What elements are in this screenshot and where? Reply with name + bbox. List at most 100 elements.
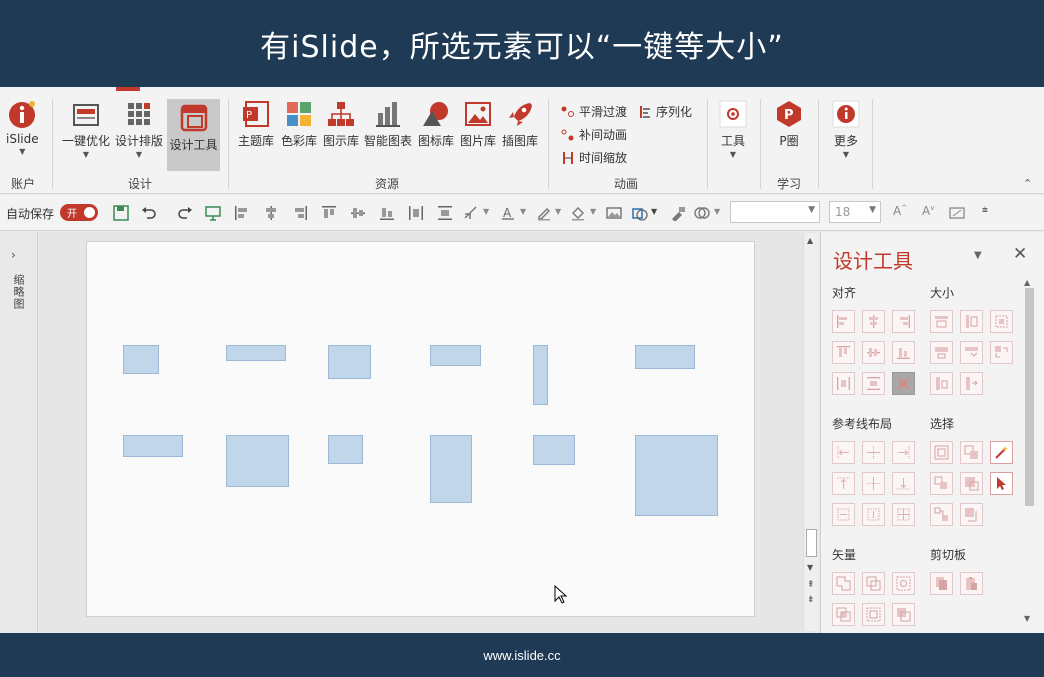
- next-slide-icon[interactable]: ⇟: [807, 595, 815, 605]
- autosave-toggle[interactable]: 开: [60, 204, 98, 221]
- islide-account-button[interactable]: iSlide ▼: [6, 99, 39, 156]
- icon-library-button[interactable]: 图标库: [418, 99, 454, 149]
- scroll-thumb[interactable]: [806, 529, 817, 557]
- tools-button[interactable]: 工具 ▼: [718, 99, 748, 159]
- font-color-icon[interactable]: A: [500, 205, 516, 221]
- rectangle-shape[interactable]: [430, 345, 481, 366]
- tween-animation-button[interactable]: 补间动画: [561, 126, 627, 143]
- rectangle-shape[interactable]: [430, 435, 472, 503]
- guide-center-v-button[interactable]: [862, 472, 885, 495]
- rectangle-shape[interactable]: [635, 435, 718, 516]
- slide-canvas[interactable]: [86, 241, 755, 617]
- undo-icon[interactable]: [141, 205, 157, 221]
- select-overlap-button[interactable]: [930, 472, 953, 495]
- select-similar-button[interactable]: [960, 441, 983, 464]
- present-icon[interactable]: [205, 205, 221, 221]
- slide-scrollbar[interactable]: ▲ ▼ ⇞ ⇟: [803, 233, 818, 631]
- align-left-icon[interactable]: [234, 205, 250, 221]
- match-height-right-button[interactable]: [960, 372, 983, 395]
- panel-scroll-thumb[interactable]: [1025, 288, 1034, 506]
- smart-chart-button[interactable]: 智能图表: [364, 99, 412, 149]
- more-button[interactable]: 更多 ▼: [831, 99, 861, 159]
- illustration-library-button[interactable]: 插图库: [502, 99, 538, 149]
- align-bottom-icon[interactable]: [379, 205, 395, 221]
- decrease-font-icon[interactable]: Av: [922, 204, 934, 218]
- design-layout-button[interactable]: 设计排版 ▼: [115, 99, 163, 159]
- smooth-transition-button[interactable]: 平滑过渡: [561, 103, 627, 120]
- chevron-down-icon[interactable]: ▼: [714, 207, 720, 216]
- select-pointer-button[interactable]: [990, 472, 1013, 495]
- select-same-button[interactable]: [930, 441, 953, 464]
- align-right-button[interactable]: [892, 310, 915, 333]
- save-icon[interactable]: [113, 205, 129, 221]
- distribute-vertical-button[interactable]: [862, 372, 885, 395]
- distribute-vertical-icon[interactable]: [437, 205, 453, 221]
- guide-left-button[interactable]: [832, 441, 855, 464]
- rectangle-shape[interactable]: [123, 435, 183, 457]
- match-width-top-button[interactable]: [930, 341, 953, 364]
- guide-right-button[interactable]: [892, 441, 915, 464]
- chevron-down-icon[interactable]: ▼: [590, 207, 596, 216]
- guide-center-h-button[interactable]: [862, 441, 885, 464]
- rectangle-shape[interactable]: [226, 435, 289, 487]
- vector-combine-button[interactable]: [862, 572, 885, 595]
- theme-library-button[interactable]: P 主题库: [238, 99, 274, 149]
- rectangle-shape[interactable]: [226, 345, 286, 361]
- guide-margin-h-button[interactable]: [832, 503, 855, 526]
- rectangle-shape[interactable]: [635, 345, 695, 369]
- panel-scrollbar[interactable]: ▲ ▼: [1023, 278, 1035, 626]
- align-middle-icon[interactable]: [350, 205, 366, 221]
- highlight-icon[interactable]: [536, 205, 552, 221]
- font-family-select[interactable]: ▼: [730, 201, 820, 223]
- vector-exclude-button[interactable]: [892, 603, 915, 626]
- rectangle-shape[interactable]: [123, 345, 159, 374]
- picture-library-button[interactable]: 图片库: [460, 99, 496, 149]
- vector-fragment-button[interactable]: [892, 572, 915, 595]
- design-tools-button[interactable]: 设计工具: [167, 99, 220, 171]
- paste-button[interactable]: [960, 572, 983, 595]
- sequence-button[interactable]: 序列化: [638, 103, 692, 120]
- chevron-down-icon[interactable]: ▼: [520, 207, 526, 216]
- align-bottom-button[interactable]: [892, 341, 915, 364]
- select-group-button[interactable]: [930, 503, 953, 526]
- chevron-down-icon[interactable]: ▼: [555, 207, 561, 216]
- scroll-up-icon[interactable]: ▲: [1024, 278, 1030, 287]
- chevron-down-icon[interactable]: ▼: [651, 207, 657, 216]
- fill-color-icon[interactable]: [570, 205, 586, 221]
- guide-top-button[interactable]: [832, 472, 855, 495]
- match-width-bottom-button[interactable]: [960, 341, 983, 364]
- rotate-icon[interactable]: [463, 205, 479, 221]
- rectangle-shape[interactable]: [533, 435, 575, 465]
- swap-size-button[interactable]: [990, 341, 1013, 364]
- align-center-button[interactable]: [862, 310, 885, 333]
- scroll-down-icon[interactable]: ▼: [807, 563, 813, 572]
- distribute-horizontal-icon[interactable]: [408, 205, 424, 221]
- copy-button[interactable]: [930, 572, 953, 595]
- increase-font-icon[interactable]: A^: [893, 204, 907, 218]
- collapse-ribbon-icon[interactable]: ⌃: [1023, 177, 1032, 190]
- rectangle-shape[interactable]: [533, 345, 548, 405]
- time-scale-button[interactable]: 时间缩放: [561, 149, 627, 166]
- guide-bottom-button[interactable]: [892, 472, 915, 495]
- guide-grid-button[interactable]: [892, 503, 915, 526]
- same-height-button[interactable]: [960, 310, 983, 333]
- same-width-button[interactable]: [930, 310, 953, 333]
- align-middle-button[interactable]: [862, 341, 885, 364]
- p-circle-button[interactable]: P P圈: [774, 99, 804, 149]
- align-top-icon[interactable]: [321, 205, 337, 221]
- align-right-icon[interactable]: [292, 205, 308, 221]
- vector-intersect-button[interactable]: [832, 603, 855, 626]
- same-size-button[interactable]: [990, 310, 1013, 333]
- scroll-up-icon[interactable]: ▲: [807, 236, 813, 245]
- expand-pane-icon[interactable]: ›: [11, 248, 16, 262]
- font-size-select[interactable]: 18 ▼: [829, 201, 881, 223]
- merge-shapes-icon[interactable]: [694, 205, 710, 221]
- vector-union-button[interactable]: [832, 572, 855, 595]
- rectangle-shape[interactable]: [328, 345, 371, 379]
- chevron-down-icon[interactable]: ▼: [483, 207, 489, 216]
- align-top-button[interactable]: [832, 341, 855, 364]
- match-height-left-button[interactable]: [930, 372, 953, 395]
- magic-wand-button[interactable]: [990, 441, 1013, 464]
- toolbar-overflow-icon[interactable]: ⩧: [982, 205, 988, 216]
- select-inside-button[interactable]: [960, 472, 983, 495]
